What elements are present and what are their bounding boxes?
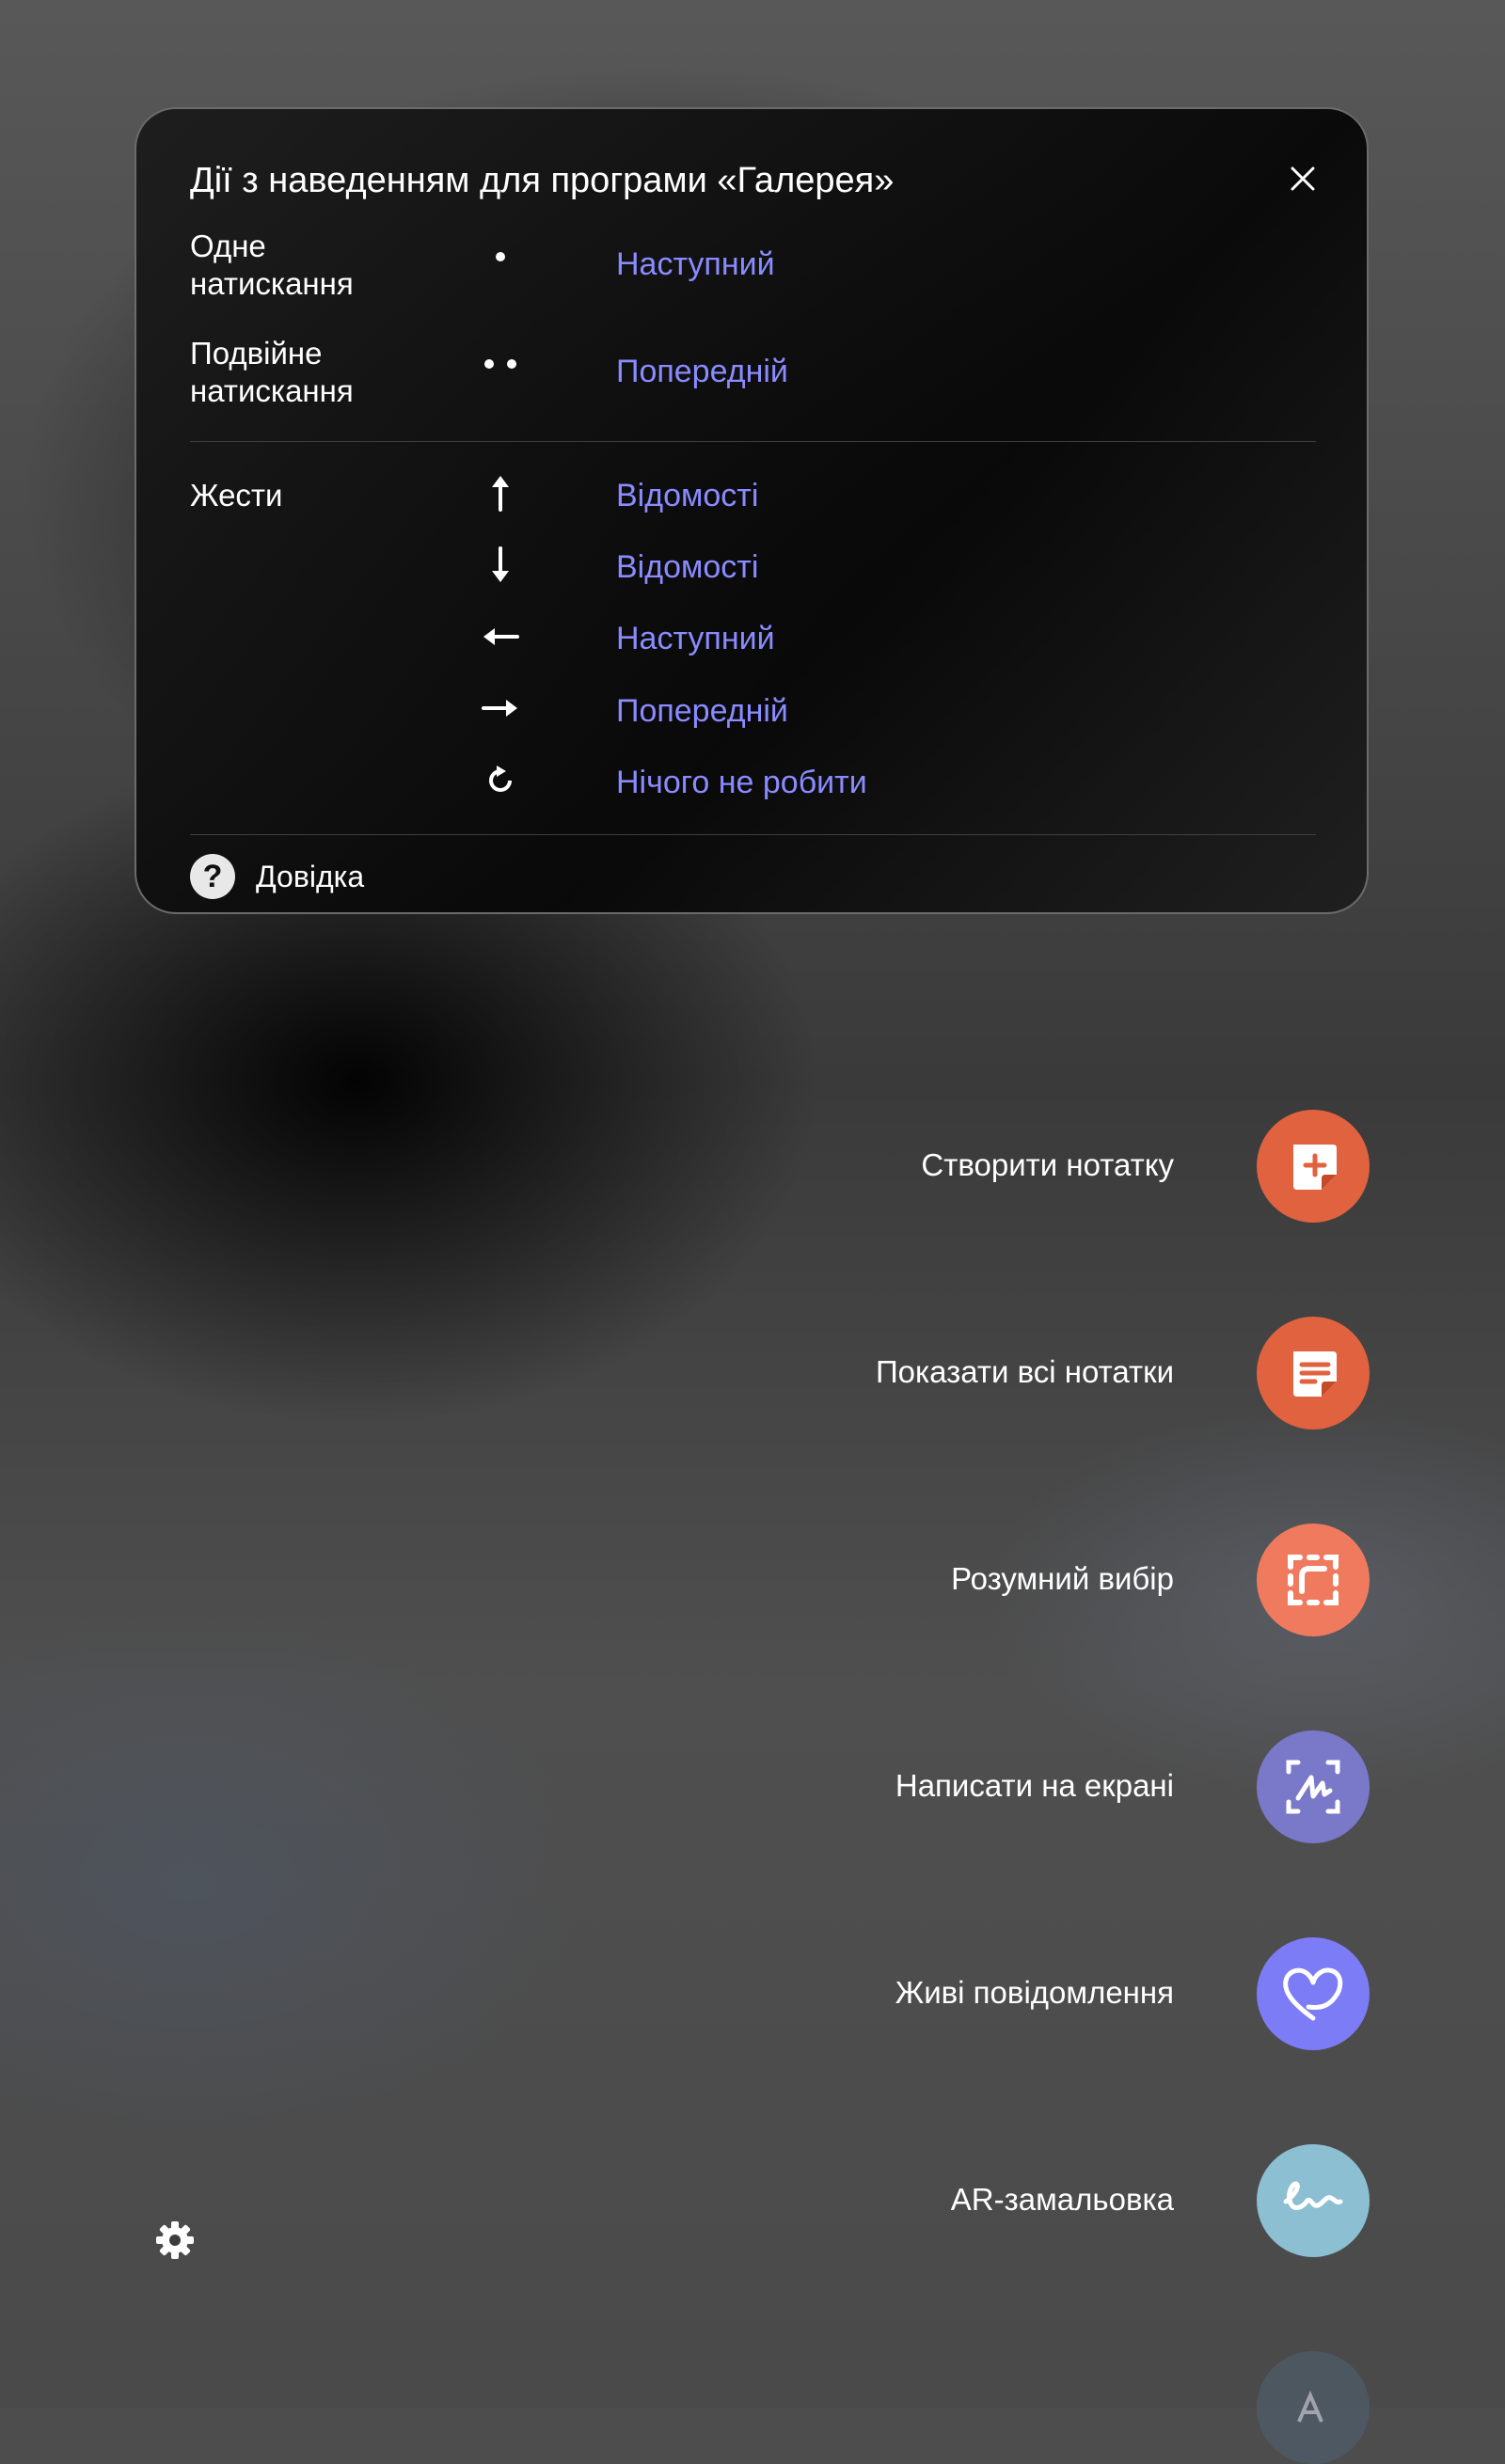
single-dot-icon <box>475 231 526 282</box>
double-tap-action[interactable]: Попередній <box>616 354 788 390</box>
screen-write-icon <box>1286 1760 1340 1814</box>
gear-icon[interactable] <box>152 2218 198 2263</box>
arrow-down-icon <box>475 540 526 591</box>
arrow-up-icon <box>475 467 526 518</box>
arrow-left-icon <box>475 611 526 662</box>
double-dot-icon <box>475 339 526 389</box>
close-icon <box>1291 166 1315 191</box>
gesture-right-action[interactable]: Попередній <box>616 693 788 730</box>
gesture-up-action[interactable]: Відомості <box>616 478 758 514</box>
more-item-button[interactable] <box>1257 2351 1370 2464</box>
heart-icon <box>1283 1967 1343 2021</box>
menu-label-create-note[interactable]: Створити нотатку <box>921 1147 1174 1183</box>
notes-list-icon <box>1293 1351 1337 1397</box>
help-link[interactable]: ? Довідка <box>190 853 364 900</box>
single-tap-action[interactable]: Наступний <box>616 246 775 283</box>
live-message-button[interactable] <box>1257 1937 1370 2050</box>
view-all-notes-button[interactable] <box>1257 1317 1370 1429</box>
menu-label-smart-select[interactable]: Розумний вибір <box>951 1561 1174 1597</box>
popup-title: Дії з наведенням для програми «Галерея» <box>190 161 895 200</box>
smart-select-button[interactable] <box>1257 1524 1370 1636</box>
ar-doodle-button[interactable] <box>1257 2144 1370 2257</box>
air-actions-popup: Дії з наведенням для програми «Галерея» … <box>135 107 1369 914</box>
menu-label-view-all-notes[interactable]: Показати всі нотатки <box>876 1354 1174 1390</box>
screen-write-button[interactable] <box>1257 1730 1370 1843</box>
arrow-right-icon <box>475 683 526 734</box>
menu-label-ar-doodle[interactable]: AR-замальовка <box>951 2182 1174 2218</box>
note-add-icon <box>1293 1145 1337 1190</box>
menu-label-live-message[interactable]: Живі повідомлення <box>895 1975 1174 2011</box>
menu-label-screen-write[interactable]: Написати на екрані <box>895 1768 1174 1804</box>
single-tap-label: Одне натискання <box>190 229 354 301</box>
help-label: Довідка <box>256 859 365 893</box>
gestures-label: Жести <box>190 478 283 513</box>
gesture-rotate-action[interactable]: Нічого не робити <box>616 765 867 801</box>
double-tap-label: Подвійне натискання <box>190 336 354 408</box>
smart-select-icon <box>1288 1555 1339 1605</box>
gesture-left-action[interactable]: Наступний <box>616 621 775 657</box>
help-icon: ? <box>190 854 235 899</box>
divider <box>190 441 1316 442</box>
ar-doodle-icon <box>1283 2181 1343 2210</box>
rotate-icon <box>475 755 526 806</box>
divider <box>190 834 1316 835</box>
text-icon <box>1297 2390 1323 2423</box>
close-button[interactable] <box>1282 158 1323 199</box>
create-note-button[interactable] <box>1257 1110 1370 1223</box>
gesture-down-action[interactable]: Відомості <box>616 549 758 586</box>
